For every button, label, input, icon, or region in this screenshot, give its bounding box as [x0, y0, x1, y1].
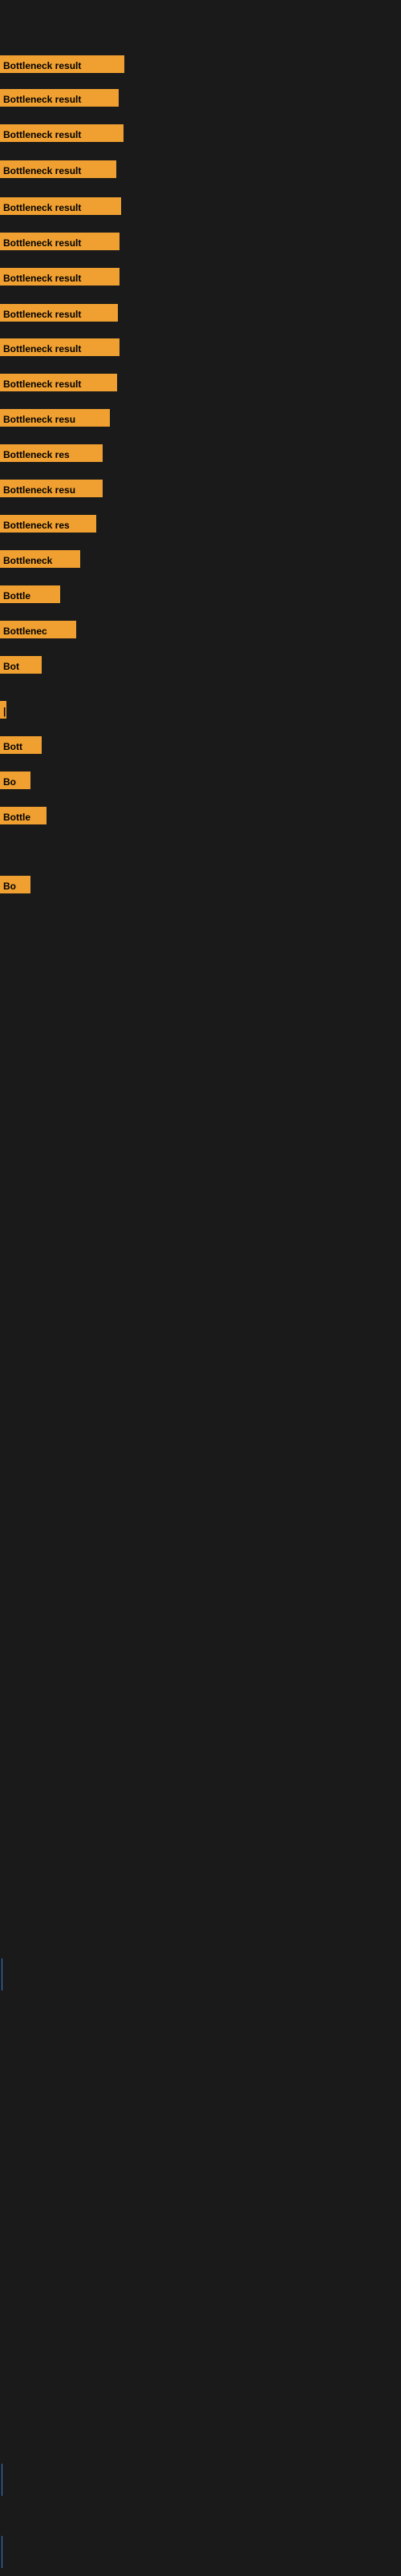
bottleneck-bar-11: Bottleneck resu: [0, 409, 110, 427]
bottleneck-bar-7: Bottleneck result: [0, 268, 119, 286]
bottleneck-bar-19: |: [0, 701, 6, 719]
bottleneck-bar-18: Bot: [0, 656, 42, 674]
bottleneck-bar-12: Bottleneck res: [0, 444, 103, 462]
bottleneck-bar-22: Bottle: [0, 807, 47, 824]
bottleneck-bar-10: Bottleneck result: [0, 374, 117, 391]
bottleneck-bar-15: Bottleneck: [0, 550, 80, 568]
bottleneck-bar-1: Bottleneck result: [0, 55, 124, 73]
bottleneck-bar-20: Bott: [0, 736, 42, 754]
bottleneck-bar-5: Bottleneck result: [0, 197, 121, 215]
bottleneck-bar-17: Bottlenec: [0, 621, 76, 638]
bottleneck-bar-9: Bottleneck result: [0, 338, 119, 356]
bottleneck-bar-23: Bo: [0, 876, 30, 893]
bottleneck-bar-14: Bottleneck res: [0, 515, 96, 533]
bottleneck-bar-16: Bottle: [0, 585, 60, 603]
bottleneck-bar-13: Bottleneck resu: [0, 480, 103, 497]
bottleneck-bar-8: Bottleneck result: [0, 304, 118, 322]
bottleneck-bar-6: Bottleneck result: [0, 233, 119, 250]
bottleneck-bar-21: Bo: [0, 772, 30, 789]
bottleneck-bar-3: Bottleneck result: [0, 124, 124, 142]
bottleneck-bar-4: Bottleneck result: [0, 160, 116, 178]
bottleneck-bar-2: Bottleneck result: [0, 89, 119, 107]
site-title: [0, 0, 401, 10]
